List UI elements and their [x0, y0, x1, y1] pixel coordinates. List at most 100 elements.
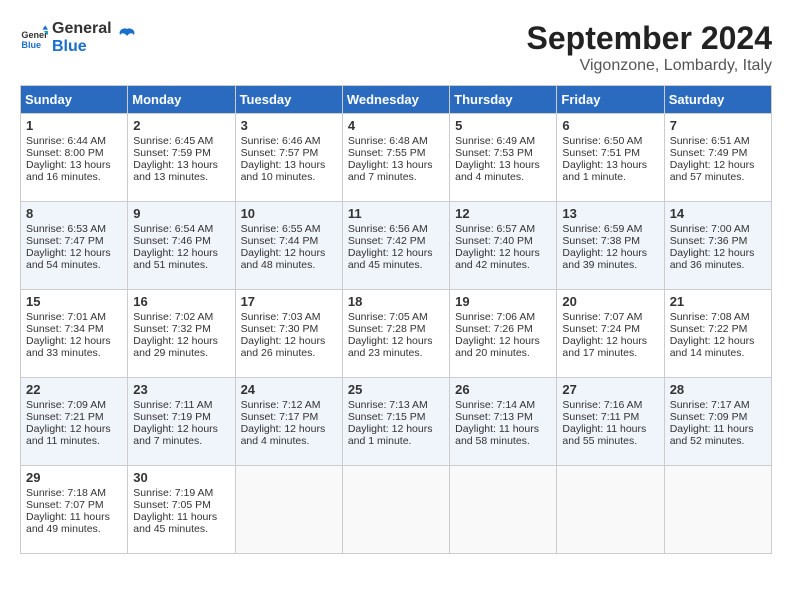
table-row: 4Sunrise: 6:48 AMSunset: 7:55 PMDaylight… — [342, 114, 449, 202]
table-row — [557, 466, 664, 554]
table-row: 8Sunrise: 6:53 AMSunset: 7:47 PMDaylight… — [21, 202, 128, 290]
logo: General Blue General Blue — [20, 20, 138, 55]
calendar-week-row: 15Sunrise: 7:01 AMSunset: 7:34 PMDayligh… — [21, 290, 772, 378]
day-number: 26 — [455, 382, 551, 397]
day-info: Sunrise: 7:17 AM — [670, 399, 766, 411]
table-row — [450, 466, 557, 554]
day-info: Sunset: 7:30 PM — [241, 323, 337, 335]
day-info: Sunrise: 7:03 AM — [241, 311, 337, 323]
day-info: Sunset: 7:38 PM — [562, 235, 658, 247]
table-row: 10Sunrise: 6:55 AMSunset: 7:44 PMDayligh… — [235, 202, 342, 290]
day-number: 29 — [26, 470, 122, 485]
table-row: 20Sunrise: 7:07 AMSunset: 7:24 PMDayligh… — [557, 290, 664, 378]
day-info: Daylight: 11 hours — [670, 423, 766, 435]
day-number: 28 — [670, 382, 766, 397]
day-info: Sunset: 7:07 PM — [26, 499, 122, 511]
day-number: 16 — [133, 294, 229, 309]
col-sunday: Sunday — [21, 86, 128, 114]
day-number: 13 — [562, 206, 658, 221]
day-info: and 58 minutes. — [455, 435, 551, 447]
day-info: Sunrise: 6:49 AM — [455, 135, 551, 147]
table-row: 19Sunrise: 7:06 AMSunset: 7:26 PMDayligh… — [450, 290, 557, 378]
day-info: Daylight: 13 hours — [241, 159, 337, 171]
day-info: Sunrise: 7:13 AM — [348, 399, 444, 411]
day-info: Sunrise: 7:14 AM — [455, 399, 551, 411]
day-info: and 23 minutes. — [348, 347, 444, 359]
day-number: 11 — [348, 206, 444, 221]
col-wednesday: Wednesday — [342, 86, 449, 114]
day-number: 15 — [26, 294, 122, 309]
day-info: Daylight: 13 hours — [348, 159, 444, 171]
day-info: Daylight: 12 hours — [348, 247, 444, 259]
day-info: and 45 minutes. — [348, 259, 444, 271]
day-info: and 29 minutes. — [133, 347, 229, 359]
title-block: September 2024 Vigonzone, Lombardy, Ital… — [527, 20, 772, 75]
day-info: Daylight: 12 hours — [241, 335, 337, 347]
day-info: and 4 minutes. — [455, 171, 551, 183]
table-row: 18Sunrise: 7:05 AMSunset: 7:28 PMDayligh… — [342, 290, 449, 378]
day-info: and 7 minutes. — [348, 171, 444, 183]
table-row: 12Sunrise: 6:57 AMSunset: 7:40 PMDayligh… — [450, 202, 557, 290]
day-info: Sunset: 7:22 PM — [670, 323, 766, 335]
day-info: Sunrise: 6:45 AM — [133, 135, 229, 147]
day-number: 27 — [562, 382, 658, 397]
table-row — [342, 466, 449, 554]
day-info: Daylight: 11 hours — [455, 423, 551, 435]
day-info: Daylight: 12 hours — [348, 335, 444, 347]
day-number: 17 — [241, 294, 337, 309]
day-info: Daylight: 13 hours — [26, 159, 122, 171]
day-info: Daylight: 12 hours — [670, 159, 766, 171]
day-info: Sunrise: 6:55 AM — [241, 223, 337, 235]
day-info: Daylight: 12 hours — [348, 423, 444, 435]
day-number: 22 — [26, 382, 122, 397]
day-info: Daylight: 12 hours — [133, 247, 229, 259]
day-number: 30 — [133, 470, 229, 485]
logo-icon: General Blue — [20, 24, 48, 52]
table-row: 2Sunrise: 6:45 AMSunset: 7:59 PMDaylight… — [128, 114, 235, 202]
day-info: Daylight: 12 hours — [26, 335, 122, 347]
day-number: 3 — [241, 118, 337, 133]
day-info: and 7 minutes. — [133, 435, 229, 447]
day-info: Sunrise: 6:59 AM — [562, 223, 658, 235]
day-info: and 49 minutes. — [26, 523, 122, 535]
day-info: Sunrise: 6:46 AM — [241, 135, 337, 147]
day-info: Sunrise: 7:08 AM — [670, 311, 766, 323]
day-info: Sunset: 7:46 PM — [133, 235, 229, 247]
day-number: 18 — [348, 294, 444, 309]
table-row: 6Sunrise: 6:50 AMSunset: 7:51 PMDaylight… — [557, 114, 664, 202]
day-info: and 10 minutes. — [241, 171, 337, 183]
day-number: 20 — [562, 294, 658, 309]
day-info: Sunrise: 7:19 AM — [133, 487, 229, 499]
table-row: 9Sunrise: 6:54 AMSunset: 7:46 PMDaylight… — [128, 202, 235, 290]
col-saturday: Saturday — [664, 86, 771, 114]
day-number: 7 — [670, 118, 766, 133]
day-info: Sunset: 7:11 PM — [562, 411, 658, 423]
day-info: and 17 minutes. — [562, 347, 658, 359]
day-info: Daylight: 12 hours — [26, 247, 122, 259]
day-info: and 4 minutes. — [241, 435, 337, 447]
day-info: and 42 minutes. — [455, 259, 551, 271]
day-number: 25 — [348, 382, 444, 397]
day-info: Daylight: 12 hours — [562, 247, 658, 259]
day-info: and 1 minute. — [562, 171, 658, 183]
day-info: Sunrise: 7:09 AM — [26, 399, 122, 411]
table-row: 28Sunrise: 7:17 AMSunset: 7:09 PMDayligh… — [664, 378, 771, 466]
day-info: and 48 minutes. — [241, 259, 337, 271]
day-number: 1 — [26, 118, 122, 133]
table-row: 17 Sunrise: 7:03 AMSunset: 7:30 PMDayligh… — [235, 290, 342, 378]
table-row: 22Sunrise: 7:09 AMSunset: 7:21 PMDayligh… — [21, 378, 128, 466]
page-header: General Blue General Blue September 2024… — [20, 20, 772, 75]
day-info: Sunrise: 6:57 AM — [455, 223, 551, 235]
logo-general: General — [52, 20, 112, 38]
day-info: Sunrise: 7:06 AM — [455, 311, 551, 323]
day-info: Sunset: 7:55 PM — [348, 147, 444, 159]
day-info: Daylight: 13 hours — [455, 159, 551, 171]
day-info: and 20 minutes. — [455, 347, 551, 359]
calendar-table: Sunday Monday Tuesday Wednesday Thursday… — [20, 85, 772, 554]
day-number: 14 — [670, 206, 766, 221]
day-info: Sunset: 7:13 PM — [455, 411, 551, 423]
day-info: Sunrise: 7:02 AM — [133, 311, 229, 323]
day-info: Sunset: 7:26 PM — [455, 323, 551, 335]
day-info: Sunrise: 6:44 AM — [26, 135, 122, 147]
day-info: Sunset: 7:24 PM — [562, 323, 658, 335]
